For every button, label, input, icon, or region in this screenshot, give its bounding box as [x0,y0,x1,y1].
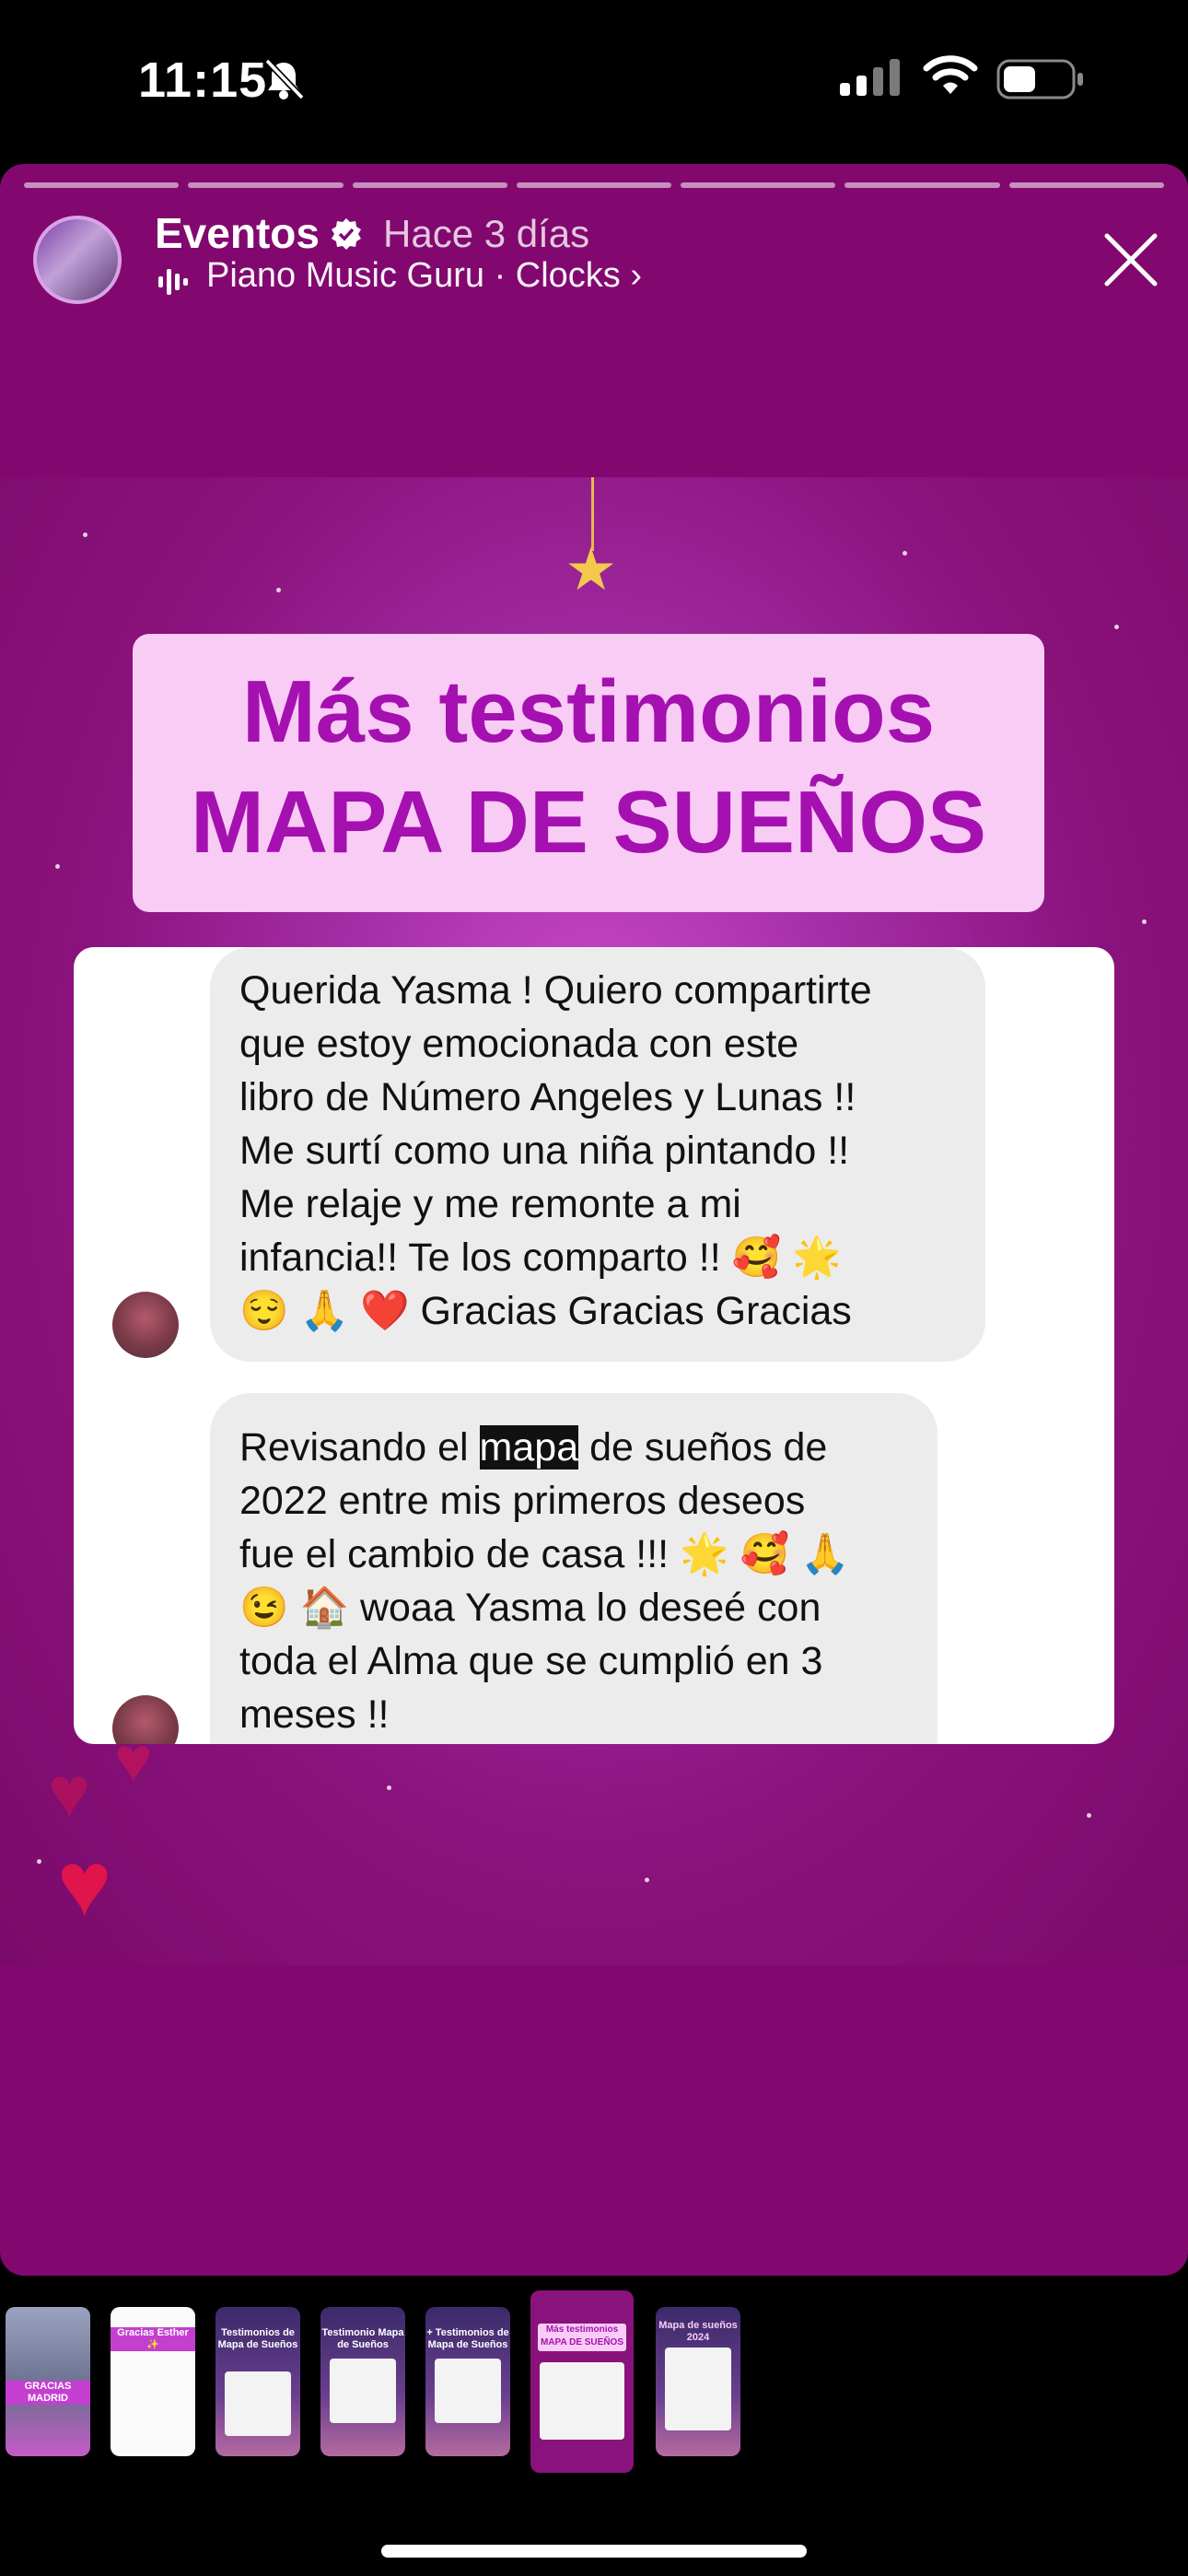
story-thumbnail[interactable]: Testimonio Mapa de Sueños [320,2307,405,2456]
message-text: Querida Yasma ! Quiero compartirte que e… [239,968,872,1333]
progress-segment [188,182,344,188]
title-line-2: MAPA DE SUEÑOS [190,773,987,872]
close-icon[interactable] [1101,230,1160,289]
progress-segment [516,182,672,188]
home-indicator[interactable] [381,2545,807,2558]
story-image: ★ Más testimonios MAPA DE SUEÑOS Querida… [0,477,1188,1965]
heart-icon: ♥ [114,1724,153,1796]
account-avatar[interactable] [33,216,122,304]
account-name[interactable]: Eventos [155,208,320,258]
highlighted-word: mapa [479,1425,579,1469]
music-track-link[interactable]: Piano Music Guru · Clocks › [206,256,642,296]
title-banner: Más testimonios MAPA DE SUEÑOS [133,634,1044,912]
story-thumbnail[interactable]: Mapa de sueños 2024 [656,2307,740,2456]
signal-icon [840,59,900,96]
heart-icon: ♥ [48,1751,91,1832]
story-progress-bar [24,182,1164,188]
wifi-icon [923,55,978,94]
heart-icon: ♥ [57,1832,112,1936]
music-bars-icon [158,269,188,295]
story-thumbnail[interactable]: GRACIAS MADRID [6,2307,90,2456]
progress-segment [352,182,507,188]
message-bubble: Revisando el mapa de sueños de 2022 entr… [210,1393,938,1744]
battery-icon [996,59,1083,100]
story-viewer[interactable]: Eventos Hace 3 días Piano Music Guru · C… [0,164,1188,2276]
progress-segment [844,182,1000,188]
star-icon: ★ [565,536,618,603]
bell-slash-icon [264,58,305,100]
story-thumbnails: GRACIAS MADRID Gracias Esther ✨ Testimon… [0,2290,1188,2475]
story-thumbnail[interactable]: Testimonios de Mapa de Sueños [215,2307,300,2456]
post-time: Hace 3 días [383,212,590,255]
message-text: Revisando el mapa de sueños de 2022 entr… [239,1425,850,1737]
chat-screenshot: Querida Yasma ! Quiero compartirte que e… [74,947,1114,1744]
verified-icon [332,218,361,250]
title-line-1: Más testimonios [241,662,936,761]
progress-segment [1008,182,1164,188]
progress-segment [24,182,180,188]
avatar [112,1292,179,1358]
progress-segment [681,182,836,188]
status-time: 11:15 [138,53,268,108]
message-bubble: Querida Yasma ! Quiero compartirte que e… [210,947,985,1362]
story-thumbnail[interactable]: + Testimonios de Mapa de Sueños [425,2307,510,2456]
status-bar: 11:15 [0,0,1188,157]
story-thumbnail-active[interactable]: Más testimonios MAPA DE SUEÑOS [530,2290,634,2473]
story-thumbnail[interactable]: Gracias Esther ✨ [111,2307,195,2456]
